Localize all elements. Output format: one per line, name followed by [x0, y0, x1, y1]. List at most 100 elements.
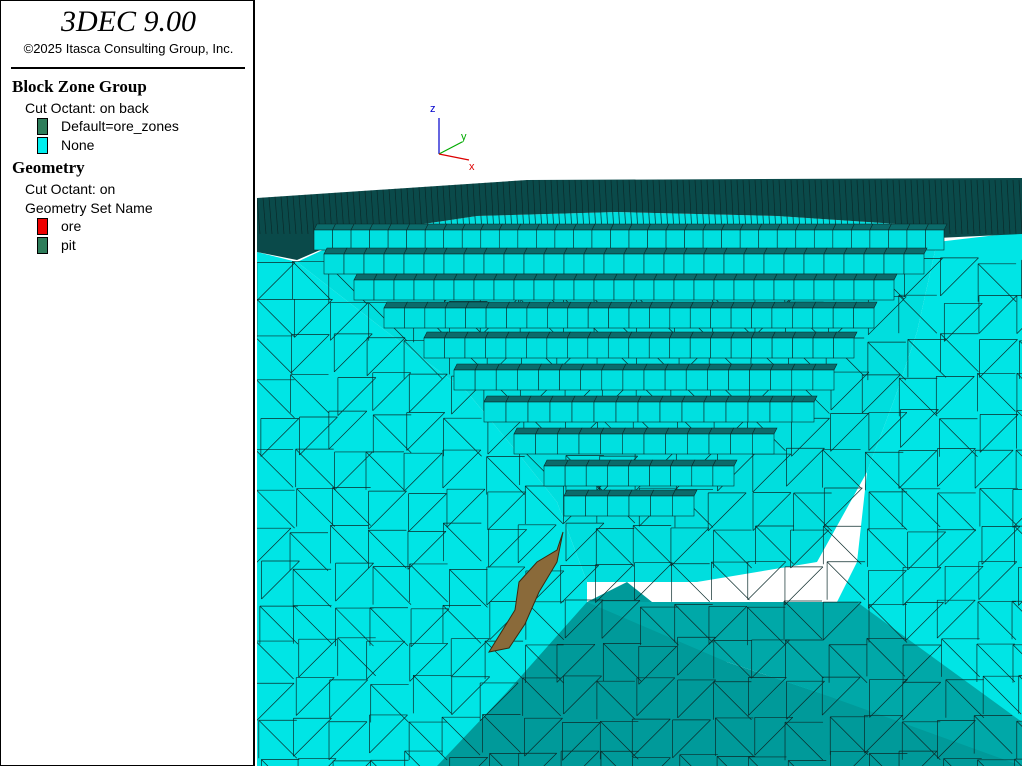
model-viewport[interactable]: z y x — [257, 2, 1022, 766]
bench-face — [812, 307, 834, 329]
bench-face — [461, 229, 482, 251]
bench-face — [403, 253, 425, 275]
geometry-cut-octant: Cut Octant: on — [25, 181, 116, 197]
bench-top-face — [708, 427, 735, 435]
bench-face — [665, 229, 685, 251]
bench-face — [873, 279, 895, 301]
bench-face — [369, 229, 389, 251]
bench-top-face — [623, 247, 648, 255]
bench-top-face — [721, 223, 744, 231]
bench-face — [710, 337, 732, 359]
bench-top-face — [363, 247, 388, 255]
bench-top-face — [853, 273, 878, 281]
bench-face — [363, 253, 385, 275]
bench-top-face — [556, 427, 583, 435]
bench-top-face — [485, 301, 510, 309]
bench-top-face — [725, 395, 752, 403]
bench-top-face — [606, 489, 633, 497]
bench-top-face — [403, 301, 429, 309]
legend-panel: 3DEC 9.00 ©2025 Itasca Consulting Group,… — [0, 0, 255, 766]
bench-face — [483, 401, 507, 423]
bench-top-face — [608, 301, 633, 309]
bench-face — [653, 279, 675, 301]
bench-face — [498, 229, 519, 251]
bench-top-face — [463, 247, 488, 255]
bench-face — [703, 253, 725, 275]
swatch-none — [37, 137, 48, 154]
bench-face — [433, 279, 455, 301]
bench-face — [853, 279, 875, 301]
bench-face — [526, 307, 548, 329]
bench-top-face — [523, 247, 548, 255]
bench-face — [733, 279, 755, 301]
bench-face — [769, 401, 793, 423]
bench-top-face — [793, 273, 818, 281]
bench-face — [485, 307, 507, 329]
bench-top-face — [423, 331, 448, 339]
bench-face — [538, 369, 560, 391]
bench-face — [669, 337, 691, 359]
bench-top-face — [606, 459, 632, 467]
bench-top-face — [769, 395, 796, 403]
axis-triad: z y x — [430, 103, 475, 173]
bench-face — [383, 307, 405, 329]
bench-face — [813, 279, 835, 301]
bench-face — [600, 433, 623, 455]
bench-face — [763, 253, 785, 275]
bench-top-face — [535, 223, 559, 231]
bench-face — [707, 369, 729, 391]
bench-face — [587, 337, 609, 359]
bench-top-face — [743, 247, 768, 255]
bench-top-face — [403, 247, 428, 255]
bench-top-face — [783, 247, 808, 255]
bench-top-face — [739, 223, 763, 231]
bench-top-face — [593, 273, 618, 281]
bench-top-face — [712, 459, 738, 467]
bench-top-face — [483, 247, 508, 255]
bench-top-face — [566, 331, 592, 339]
bench-top-face — [832, 223, 855, 231]
pit-model-render[interactable]: z y x — [257, 2, 1022, 766]
bench-top-face — [580, 363, 606, 371]
bench-face — [583, 253, 605, 275]
bench-face — [751, 337, 773, 359]
bench-face — [536, 229, 556, 251]
bench-top-face — [653, 273, 678, 281]
bench-top-face — [559, 363, 585, 371]
bench-top-face — [749, 363, 775, 371]
bench-face — [444, 307, 466, 329]
bench-face — [464, 337, 486, 359]
bench-top-face — [813, 273, 838, 281]
bench-top-face — [770, 363, 796, 371]
bench-face — [404, 307, 426, 329]
bench-face — [637, 401, 661, 423]
bench-top-face — [650, 489, 676, 497]
bench-face — [783, 253, 805, 275]
bench-top-face — [703, 247, 728, 255]
bench-face — [710, 307, 732, 329]
bench-top-face — [773, 273, 798, 281]
bench-top-face — [647, 223, 670, 231]
bench-top-face — [669, 301, 694, 309]
bench-top-face — [622, 363, 648, 371]
bench-face — [925, 229, 945, 251]
bench-top-face — [751, 331, 776, 339]
bench-face — [483, 253, 505, 275]
bench-face — [673, 279, 695, 301]
bench-top-face — [689, 331, 715, 339]
bench-face — [506, 307, 528, 329]
bench-face — [607, 465, 629, 487]
bench-face — [888, 229, 908, 251]
bench-top-face — [474, 363, 500, 371]
bench-face — [591, 229, 611, 251]
bench-face — [423, 253, 445, 275]
bench-face — [549, 401, 573, 423]
bench-face — [670, 465, 693, 487]
bench-face — [547, 307, 569, 329]
bench-top-face — [424, 223, 448, 231]
bench-face — [543, 253, 565, 275]
bench-top-face — [593, 395, 620, 403]
bench-face — [791, 401, 815, 423]
bench-face — [725, 401, 749, 423]
bench-top-face — [516, 363, 542, 371]
